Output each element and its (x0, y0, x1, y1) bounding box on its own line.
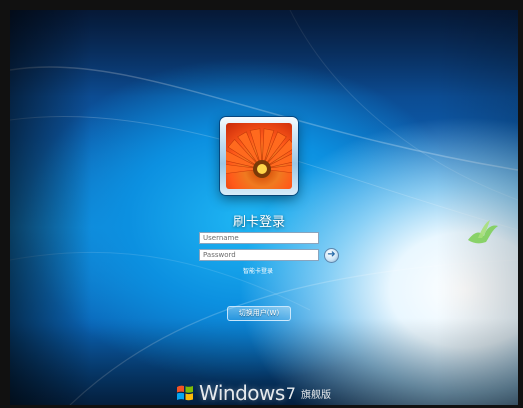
windows-wordmark: Windows (199, 381, 285, 405)
windows-edition: 旗舰版 (300, 389, 331, 401)
bird-icon (468, 220, 498, 244)
submit-arrow-button[interactable]: ➜ (324, 248, 339, 263)
smartcard-login-link[interactable]: 智能卡登录 (238, 266, 278, 275)
switch-user-button[interactable]: 切换用户(W) (227, 306, 291, 321)
arrow-right-icon: ➜ (327, 249, 336, 260)
screen-vignette (10, 10, 518, 405)
user-avatar (220, 117, 298, 195)
login-title: 刷卡登录 (232, 215, 285, 230)
login-screen: 刷卡登录 ➜ 智能卡登录 切换用户(W) Windows 7 旗舰版 (10, 10, 518, 405)
windows-version: 7 (285, 383, 296, 403)
gerbera-flower-avatar (226, 123, 292, 189)
username-input[interactable] (199, 232, 319, 244)
windows-branding: Windows 7 旗舰版 (175, 381, 331, 405)
password-input[interactable] (199, 249, 319, 261)
windows-flag-icon (177, 385, 193, 401)
